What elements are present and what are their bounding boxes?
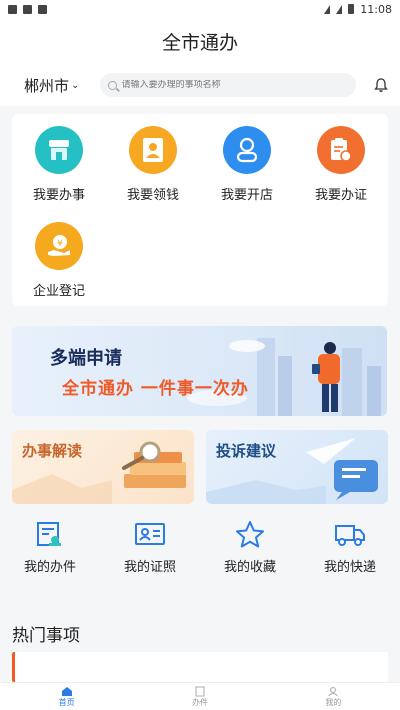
search-row: 郴州市 ⌄: [0, 64, 400, 106]
service-label: 我要办事: [32, 188, 85, 203]
bottom-tab-bar: 首页 办件 我的: [0, 682, 400, 710]
notification-icon: [8, 4, 17, 14]
truck-icon: [335, 525, 365, 546]
clock: 11:08: [360, 2, 392, 16]
hot-items-title: 热门事项: [12, 626, 80, 646]
my-licenses[interactable]: 我的证照: [100, 520, 200, 598]
search-input[interactable]: [121, 80, 348, 90]
certificate-icon: [317, 126, 365, 174]
hot-item-card[interactable]: [12, 652, 388, 682]
my-favorites-label: 我的收藏: [223, 560, 276, 575]
my-licenses-label: 我的证照: [123, 560, 176, 575]
service-banzheng[interactable]: 我要办证: [294, 122, 388, 218]
banner-title: 多端申请: [50, 348, 122, 369]
tab-applications[interactable]: 办件: [133, 683, 266, 710]
tab-label: 办件: [191, 697, 208, 707]
battery-icon: [348, 4, 355, 14]
file-icon: [195, 685, 205, 697]
my-section: 我的办件 我的证照 我的收藏 我的快递: [0, 520, 400, 598]
quick-cards: 办事解读 投诉建议: [12, 430, 388, 504]
home-icon: [61, 686, 72, 696]
id-card-icon: [129, 126, 177, 174]
service-label: 我要办证: [314, 188, 367, 203]
promo-banner[interactable]: 多端申请 全市通办 一件事一次办: [12, 326, 387, 416]
service-kaidian[interactable]: 我要开店: [200, 122, 294, 218]
card-interpretation[interactable]: 办事解读: [12, 430, 194, 504]
search-bar[interactable]: [100, 73, 356, 97]
my-express-label: 我的快递: [323, 560, 376, 575]
banner-subtitle: 全市通办 一件事一次办: [62, 379, 249, 399]
city-label: 郴州市: [24, 76, 70, 95]
service-label: 企业登记: [32, 284, 85, 299]
bell-icon[interactable]: [356, 77, 388, 93]
svg-text:¥: ¥: [57, 239, 63, 249]
chevron-down-icon: ⌄: [71, 79, 80, 91]
document-icon: [37, 522, 61, 546]
coin-hand-icon: ¥: [35, 222, 83, 270]
signal-icon: [324, 4, 331, 14]
tab-label: 我的: [325, 697, 342, 707]
shop-icon: [35, 126, 83, 174]
my-documents[interactable]: 我的办件: [0, 520, 100, 598]
service-label: 我要开店: [220, 188, 273, 203]
license-icon: [135, 523, 165, 545]
cellular-icon: [336, 4, 343, 14]
service-lingqian[interactable]: 我要领钱: [106, 122, 200, 218]
tab-label: 首页: [58, 697, 75, 707]
page-title: 全市通办: [0, 18, 400, 64]
status-bar: 11:08: [0, 0, 400, 18]
books-icon: [12, 441, 186, 504]
user-icon: [328, 686, 339, 696]
card-complaint[interactable]: 投诉建议: [206, 430, 388, 504]
my-favorites[interactable]: 我的收藏: [200, 520, 300, 598]
service-banshi[interactable]: 我要办事: [12, 122, 106, 218]
download-icon: [23, 4, 32, 14]
service-qiye[interactable]: ¥ 企业登记: [12, 218, 106, 314]
search-icon: [108, 80, 117, 90]
my-documents-label: 我的办件: [23, 560, 76, 575]
city-selector[interactable]: 郴州市 ⌄: [24, 75, 100, 96]
star-icon: [236, 521, 264, 548]
person-icon: [223, 126, 271, 174]
service-grid: 我要办事 我要领钱 我要开店 我要办证 ¥ 企业登记: [12, 114, 388, 306]
banner-illustration: [187, 338, 381, 416]
service-label: 我要领钱: [126, 188, 179, 203]
my-express[interactable]: 我的快递: [300, 520, 400, 598]
tab-home[interactable]: 首页: [0, 683, 133, 710]
app-icon: [38, 4, 47, 14]
message-icon: [206, 438, 378, 504]
tab-mine[interactable]: 我的: [267, 683, 400, 710]
